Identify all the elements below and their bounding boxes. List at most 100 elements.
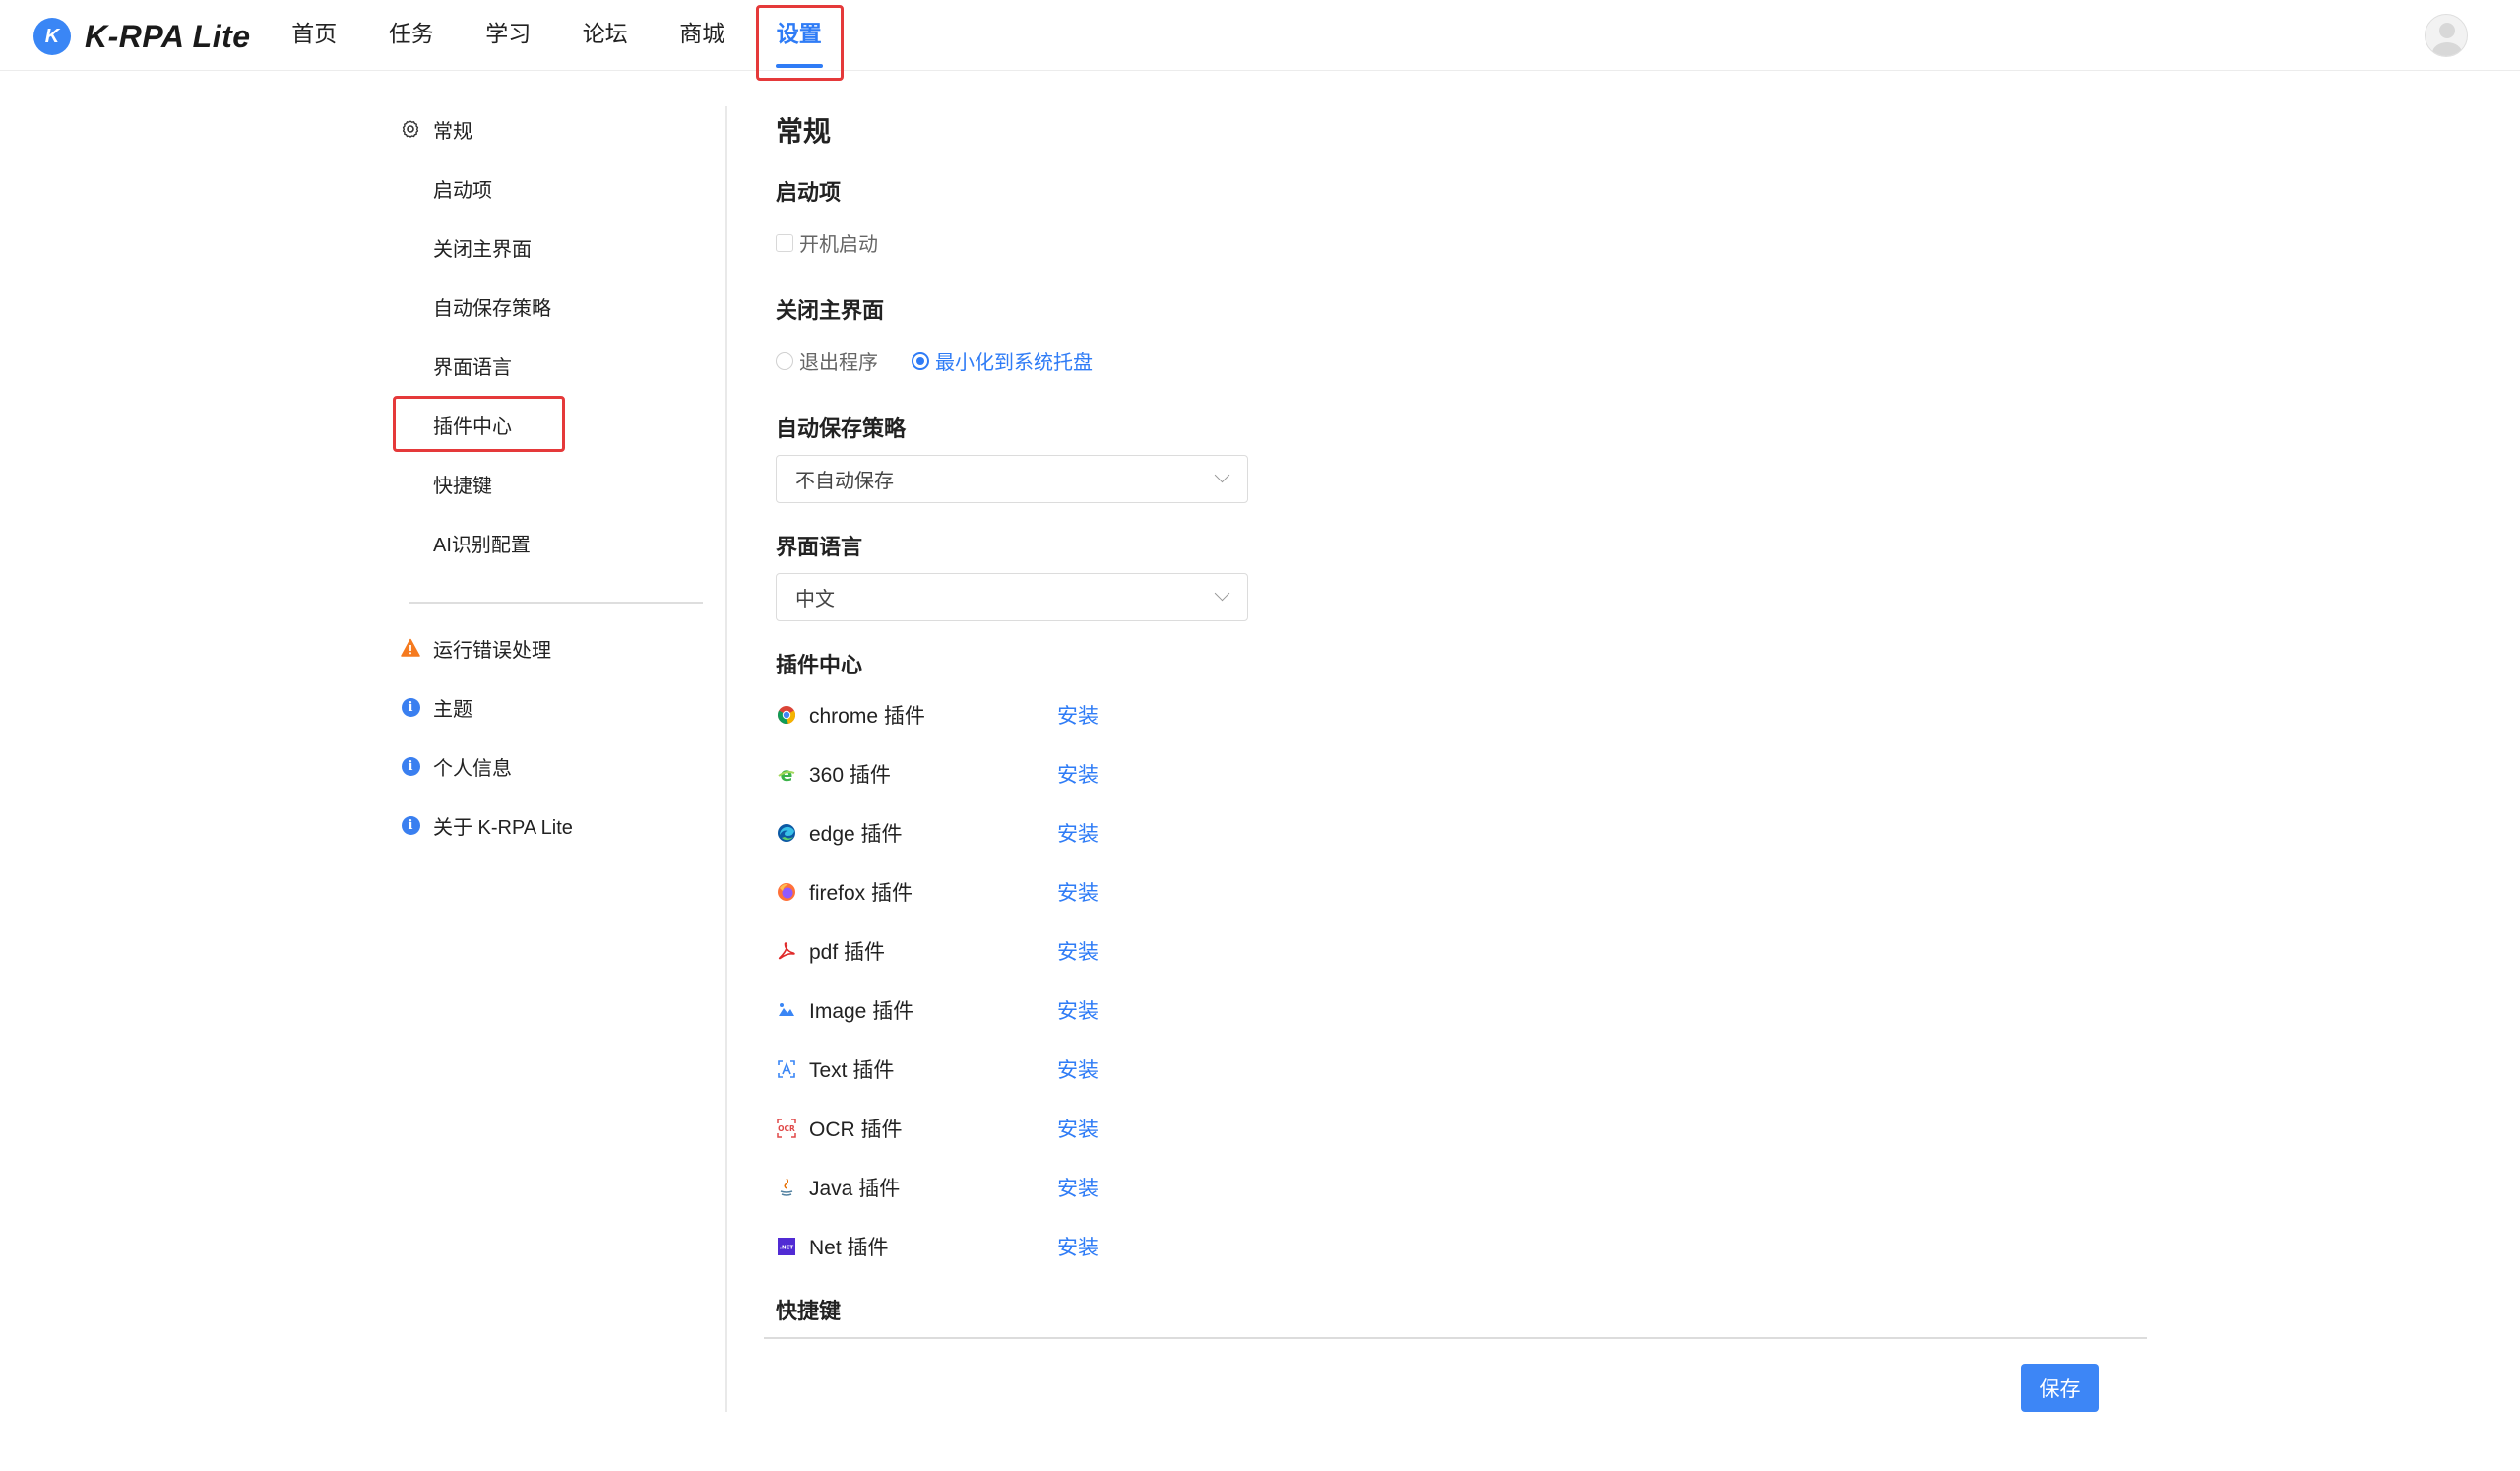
plugin-name: OCR 插件 xyxy=(809,1119,903,1141)
plugin-row-java: Java 插件 安装 xyxy=(776,1168,1366,1207)
nav-forum[interactable]: 论坛 xyxy=(557,0,655,71)
plugin-name: edge 插件 xyxy=(809,823,903,846)
install-link-firefox[interactable]: 安装 xyxy=(1057,877,1099,907)
footer-divider xyxy=(764,1337,2147,1339)
plugin-name: Java 插件 xyxy=(809,1178,901,1200)
logo-mark-icon: K xyxy=(33,18,71,55)
save-button[interactable]: 保存 xyxy=(2021,1364,2099,1412)
plugin-row-text: Text 插件 安装 xyxy=(776,1050,1366,1089)
plugin-name: Text 插件 xyxy=(809,1059,895,1082)
sidebar-item-profile[interactable]: i 个人信息 xyxy=(394,746,512,786)
sidebar-item-label: 常规 xyxy=(433,120,472,143)
360-browser-icon: e xyxy=(776,763,797,785)
svg-text:.NET: .NET xyxy=(780,1246,793,1251)
firefox-icon xyxy=(776,881,797,903)
sidebar-item-error-handling[interactable]: 运行错误处理 xyxy=(394,628,551,668)
sidebar-item-about[interactable]: i 关于 K-RPA Lite xyxy=(394,805,573,845)
sidebar-divider xyxy=(410,602,703,604)
sidebar-item-autosave[interactable]: 自动保存策略 xyxy=(394,287,551,326)
dotnet-icon: .NET xyxy=(776,1236,797,1257)
install-link-java[interactable]: 安装 xyxy=(1057,1173,1099,1202)
ocr-icon: OCR xyxy=(776,1118,797,1139)
app-logo[interactable]: K K-RPA Lite xyxy=(33,18,251,55)
plugin-name: Image 插件 xyxy=(809,1000,914,1023)
plugin-name: Net 插件 xyxy=(809,1237,889,1259)
pdf-icon xyxy=(776,940,797,962)
sidebar-item-shortcuts[interactable]: 快捷键 xyxy=(394,464,492,503)
install-link-text[interactable]: 安装 xyxy=(1057,1055,1099,1084)
info-icon: i xyxy=(400,814,421,836)
main-nav: 首页 任务 学习 论坛 商城 设置 xyxy=(266,0,848,71)
nav-home[interactable]: 首页 xyxy=(266,0,363,71)
install-link-image[interactable]: 安装 xyxy=(1057,995,1099,1025)
chevron-down-icon xyxy=(1214,467,1230,483)
nav-tasks[interactable]: 任务 xyxy=(363,0,461,71)
plugin-row-ocr: OCR OCR 插件 安装 xyxy=(776,1109,1366,1148)
edge-icon xyxy=(776,822,797,844)
plugin-row-firefox: firefox 插件 安装 xyxy=(776,872,1366,912)
radio-minimize-to-tray[interactable]: 最小化到系统托盘 xyxy=(912,347,1093,375)
app-name: K-RPA Lite xyxy=(85,18,251,54)
sidebar-item-close-main[interactable]: 关闭主界面 xyxy=(394,227,532,267)
sidebar-item-label: 关于 K-RPA Lite xyxy=(433,816,573,839)
section-title-close-main: 关闭主界面 xyxy=(776,298,885,323)
section-title-shortcuts: 快捷键 xyxy=(776,1299,842,1323)
install-link-chrome[interactable]: 安装 xyxy=(1057,700,1099,730)
plugin-row-chrome: chrome 插件 安装 xyxy=(776,695,1366,735)
autosave-value: 不自动保存 xyxy=(795,471,894,492)
plugin-row-pdf: pdf 插件 安装 xyxy=(776,931,1366,971)
install-link-pdf[interactable]: 安装 xyxy=(1057,936,1099,966)
autostart-checkbox[interactable] xyxy=(776,233,793,252)
nav-settings[interactable]: 设置 xyxy=(751,0,849,71)
plugin-row-360: e 360 插件 安装 xyxy=(776,754,1366,794)
radio-circle xyxy=(912,352,929,370)
sidebar-item-startup[interactable]: 启动项 xyxy=(394,168,492,208)
sidebar-item-theme[interactable]: i 主题 xyxy=(394,687,472,727)
info-icon: i xyxy=(400,696,421,718)
language-select[interactable]: 中文 xyxy=(776,573,1248,621)
section-title-autosave: 自动保存策略 xyxy=(776,416,907,441)
install-link-360[interactable]: 安装 xyxy=(1057,759,1099,789)
warning-icon xyxy=(400,637,421,659)
gear-icon xyxy=(400,118,421,140)
radio-label: 最小化到系统托盘 xyxy=(935,352,1093,374)
plugin-row-net: .NET Net 插件 安装 xyxy=(776,1227,1366,1266)
sidebar-item-general[interactable]: 常规 xyxy=(394,109,472,149)
sidebar-item-language[interactable]: 界面语言 xyxy=(394,346,512,385)
close-behavior-radio-group: 退出程序 最小化到系统托盘 xyxy=(776,347,1126,375)
info-icon: i xyxy=(400,755,421,777)
autosave-select[interactable]: 不自动保存 xyxy=(776,455,1248,503)
autostart-label: 开机启动 xyxy=(799,234,878,256)
radio-circle xyxy=(776,352,793,370)
page-title: 常规 xyxy=(776,116,832,147)
install-link-ocr[interactable]: 安装 xyxy=(1057,1114,1099,1143)
plugin-row-image: Image 插件 安装 xyxy=(776,991,1366,1030)
install-link-edge[interactable]: 安装 xyxy=(1057,818,1099,848)
sidebar-item-label: 主题 xyxy=(433,698,472,721)
autostart-option[interactable]: 开机启动 xyxy=(776,228,878,257)
sidebar-item-label: 运行错误处理 xyxy=(433,639,551,662)
plugin-name: chrome 插件 xyxy=(809,705,925,728)
java-icon xyxy=(776,1177,797,1198)
section-title-plugins: 插件中心 xyxy=(776,653,863,677)
radio-label: 退出程序 xyxy=(799,352,878,374)
svg-text:OCR: OCR xyxy=(778,1124,795,1133)
plugin-name: pdf 插件 xyxy=(809,941,886,964)
radio-exit-program[interactable]: 退出程序 xyxy=(776,347,878,375)
nav-learn[interactable]: 学习 xyxy=(460,0,557,71)
nav-store[interactable]: 商城 xyxy=(654,0,751,71)
install-link-net[interactable]: 安装 xyxy=(1057,1232,1099,1261)
vertical-separator xyxy=(725,106,727,1412)
language-value: 中文 xyxy=(795,589,835,610)
chevron-down-icon xyxy=(1214,585,1230,602)
section-title-startup: 启动项 xyxy=(776,180,842,205)
sidebar-item-ai-config[interactable]: AI识别配置 xyxy=(394,523,531,562)
sidebar-item-plugin-center[interactable]: 插件中心 xyxy=(394,405,512,444)
section-title-language: 界面语言 xyxy=(776,535,863,559)
top-header: K K-RPA Lite 首页 任务 学习 论坛 商城 设置 xyxy=(0,0,2520,81)
image-icon xyxy=(776,999,797,1021)
text-icon xyxy=(776,1058,797,1080)
user-avatar[interactable] xyxy=(2425,14,2468,57)
chrome-icon xyxy=(776,704,797,726)
plugin-name: 360 插件 xyxy=(809,764,891,787)
